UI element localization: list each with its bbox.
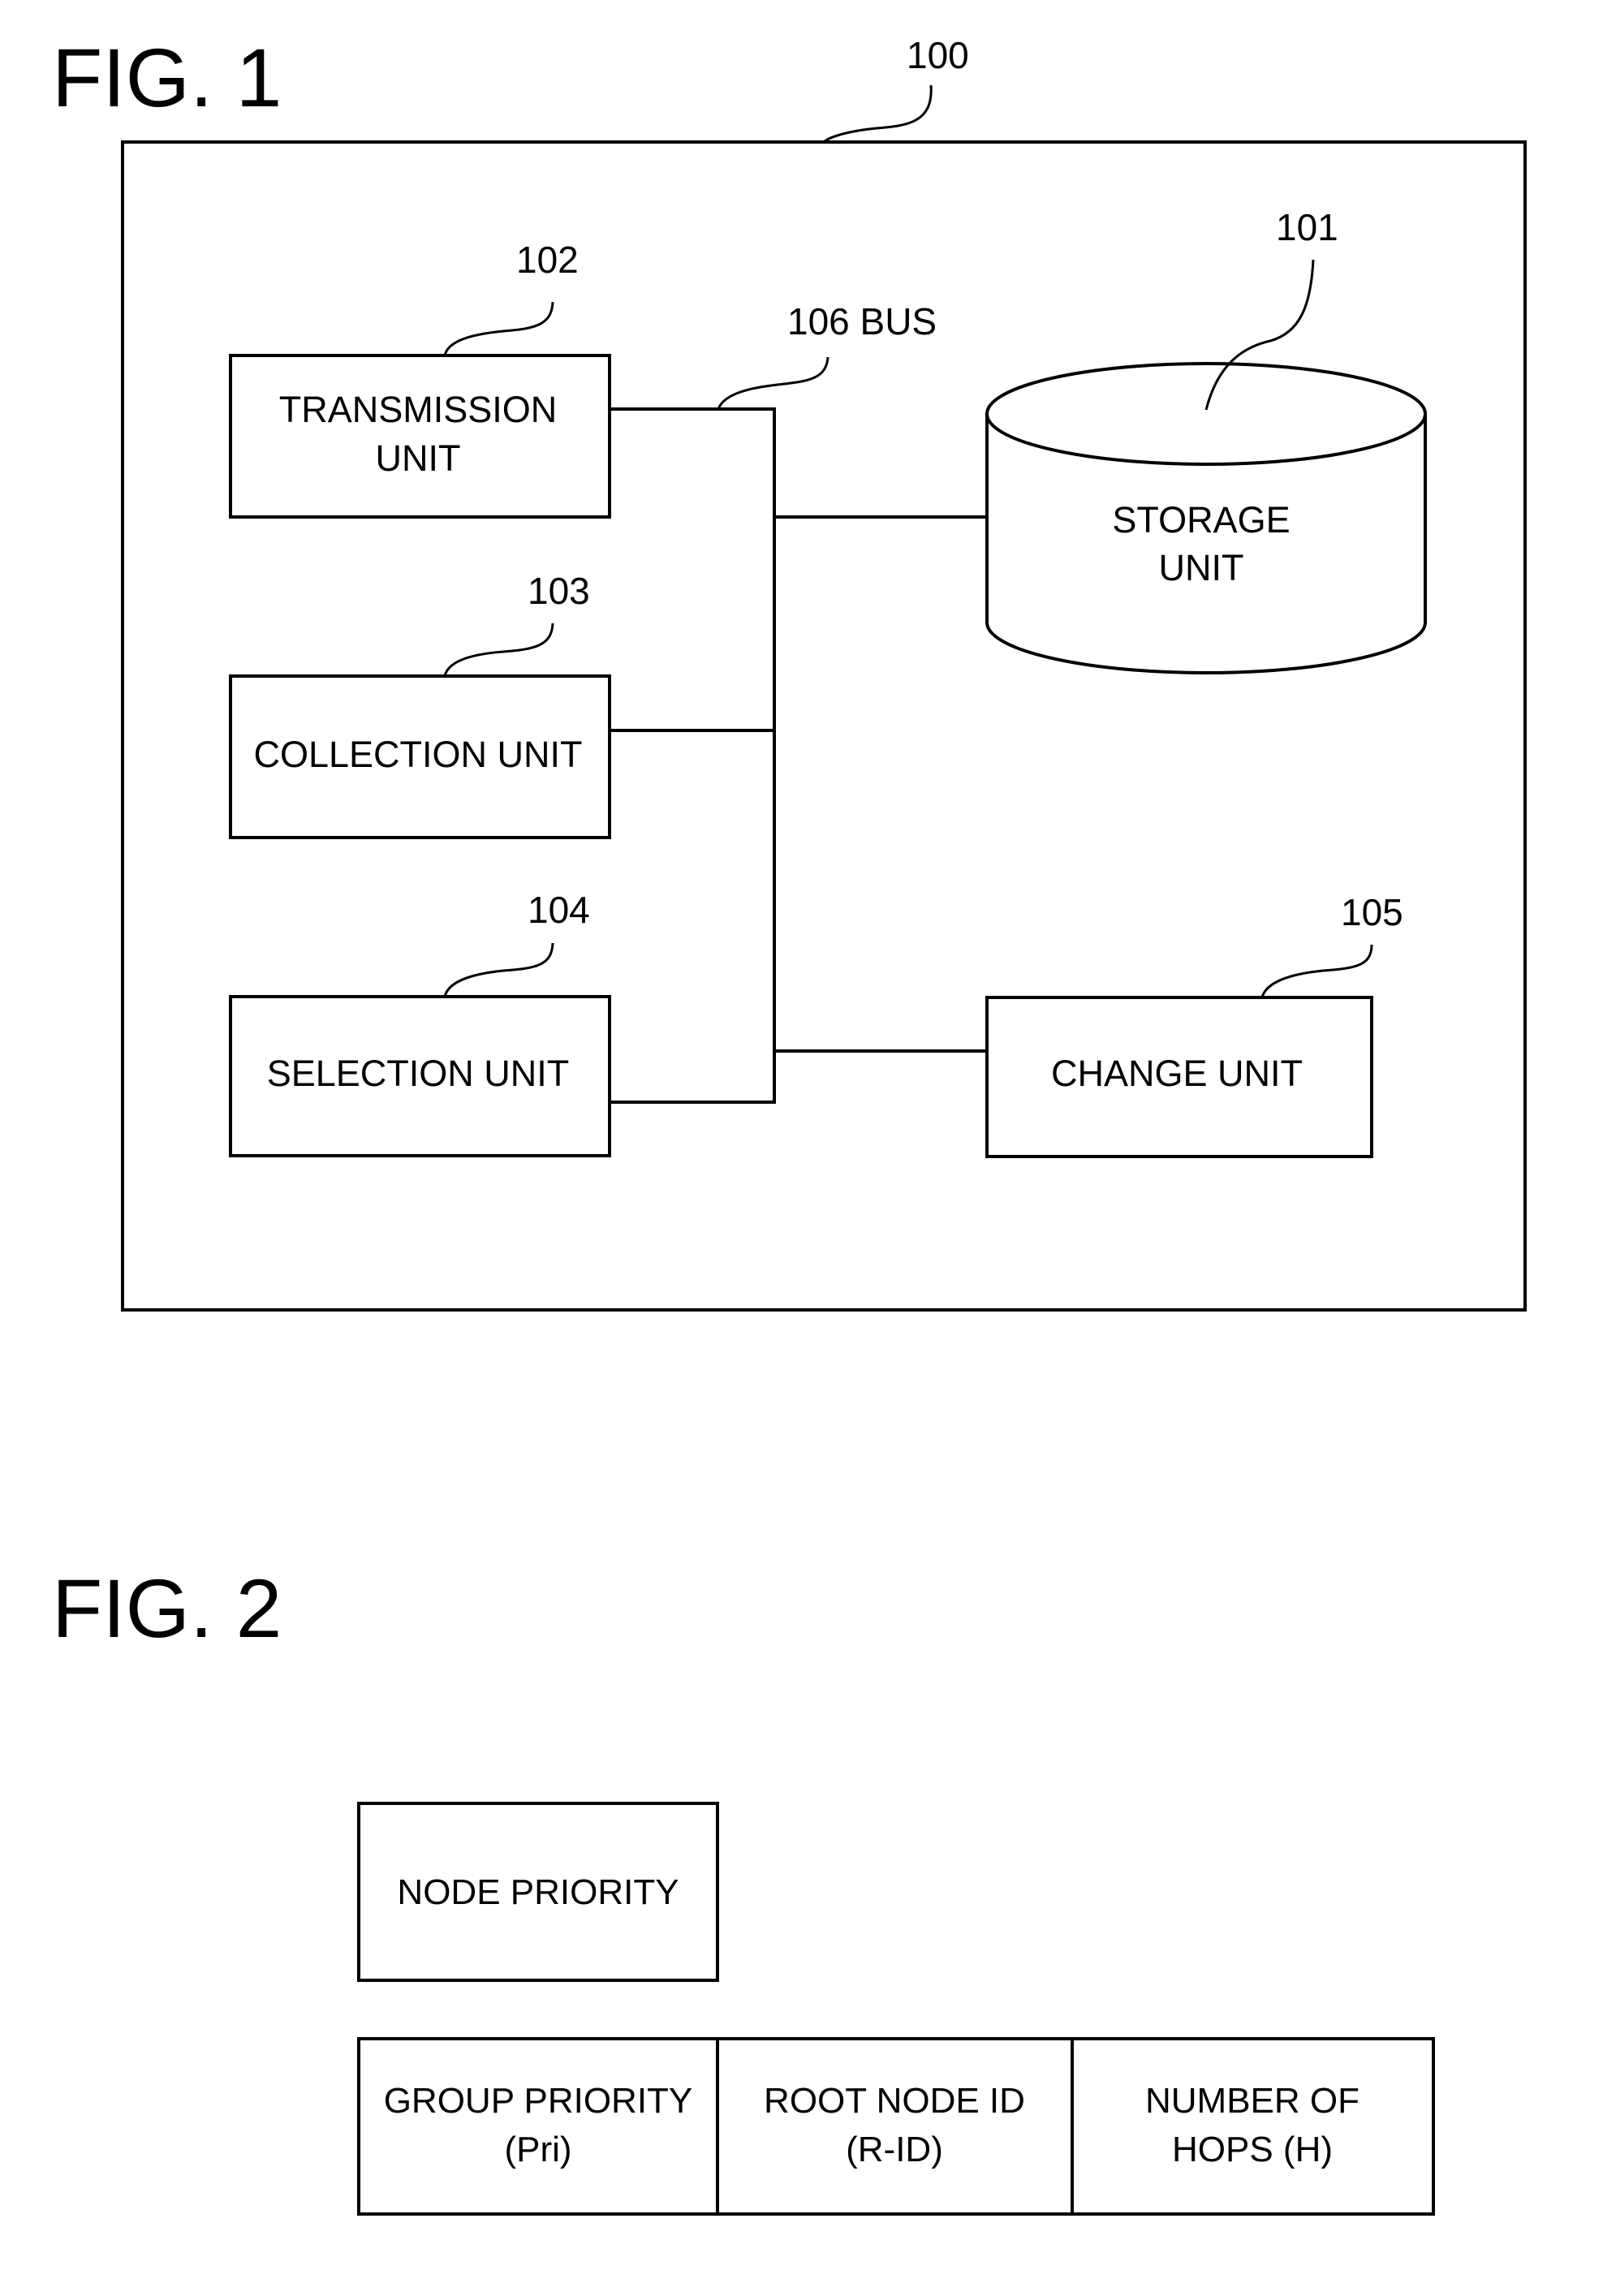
node-priority-field: NODE PRIORITY (357, 1802, 719, 1982)
storage-unit: STORAGE UNIT (985, 362, 1427, 674)
figure-1: FIG. 1 100 106 BUS STORAGE UNIT 101 TRAN… (52, 32, 1527, 1312)
bus-label: 106 BUS (787, 300, 937, 342)
transmission-ref-label: 102 (516, 239, 579, 281)
collection-ref-label: 103 (528, 570, 590, 612)
transmission-unit-box (229, 354, 611, 519)
number-of-hops-label-line2: HOPS (H) (1172, 2130, 1333, 2169)
transmission-unit: TRANSMISSION UNIT (229, 354, 611, 519)
storage-unit-label-line2: UNIT (1159, 547, 1244, 588)
patent-drawing-sheet: FIG. 1 100 106 BUS STORAGE UNIT 101 TRAN… (0, 0, 1603, 2296)
figure-1-title: FIG. 1 (52, 32, 282, 124)
change-ref-label: 105 (1341, 891, 1403, 933)
root-node-id-label-line1: ROOT NODE ID (764, 2081, 1025, 2121)
group-priority-label-line2: (Pri) (504, 2130, 571, 2169)
collection-unit: COLLECTION UNIT (229, 674, 611, 839)
storage-cylinder-top (985, 362, 1427, 466)
transmission-unit-label-line2: UNIT (376, 437, 461, 479)
selection-ref-label: 104 (528, 889, 590, 931)
transmission-unit-label-line1: TRANSMISSION (279, 389, 558, 430)
change-unit: CHANGE UNIT (985, 996, 1373, 1158)
group-priority-label-line1: GROUP PRIORITY (384, 2081, 693, 2121)
change-unit-label: CHANGE UNIT (1051, 1053, 1303, 1094)
root-node-id-label-line2: (R-ID) (846, 2130, 943, 2169)
group-fields-outline (357, 2037, 1435, 2216)
storage-ref-label: 101 (1276, 206, 1338, 248)
figure-2-title: FIG. 2 (52, 1562, 282, 1655)
node-priority-label: NODE PRIORITY (397, 1872, 679, 1912)
container-ref-label: 100 (907, 34, 969, 76)
storage-unit-label-line1: STORAGE (1112, 499, 1290, 541)
number-of-hops-label-line1: NUMBER OF (1145, 2081, 1360, 2121)
group-fields-table: GROUP PRIORITY (Pri) ROOT NODE ID (R-ID)… (357, 2037, 1435, 2216)
selection-unit-label: SELECTION UNIT (267, 1053, 570, 1094)
selection-unit: SELECTION UNIT (229, 995, 611, 1157)
collection-unit-label: COLLECTION UNIT (253, 734, 582, 775)
